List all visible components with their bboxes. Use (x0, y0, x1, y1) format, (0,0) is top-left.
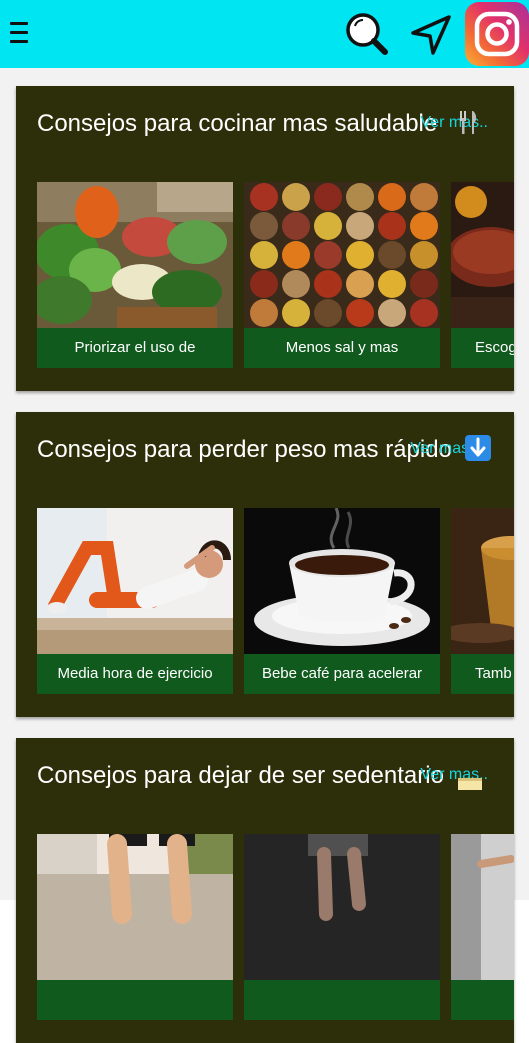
card-coffee[interactable]: Bebe café para acelerar (244, 508, 440, 694)
navigation-arrow-icon[interactable] (408, 12, 454, 58)
tea-image (451, 508, 514, 654)
card-label: Escog (475, 339, 514, 356)
card-spices[interactable]: Menos sal y mas (244, 182, 440, 368)
spices-image (244, 182, 440, 328)
section-title: Consejos para dejar de ser sedentario (37, 762, 444, 789)
card-partial[interactable]: Escog (451, 182, 514, 368)
card-partial[interactable] (451, 834, 514, 1020)
card-label: Priorizar el uso de (74, 339, 196, 356)
section-weight-loss: Consejos para perder peso mas rápido Ver… (16, 412, 514, 717)
section-title: Consejos para perder peso mas rápido (37, 436, 452, 463)
down-arrow-icon (465, 435, 491, 461)
coffee-image (244, 508, 440, 654)
card-running[interactable] (244, 834, 440, 1020)
exercise-image (37, 508, 233, 654)
card-label: Bebe café para acelerar (261, 665, 423, 682)
card-vegetables[interactable]: Priorizar el uso de (37, 182, 233, 368)
menu-icon[interactable] (8, 20, 32, 46)
card-label (37, 980, 233, 1020)
card-label (244, 980, 440, 1020)
walking-image (37, 834, 233, 980)
card-label: Tamb (475, 665, 512, 682)
card-label: Menos sal y mas (285, 339, 399, 356)
meat-image (451, 182, 514, 328)
card-label: Media hora de ejercicio (57, 665, 213, 682)
card-label (451, 980, 514, 1020)
section-title: Consejos para cocinar mas saludable (37, 110, 438, 137)
running-image (244, 834, 440, 980)
vegetables-image (37, 182, 233, 328)
content-area: Consejos para cocinar mas saludable Ver … (0, 68, 529, 1043)
card-exercise[interactable]: Media hora de ejercicio (37, 508, 233, 694)
instagram-icon[interactable] (465, 2, 529, 66)
app-toolbar (0, 0, 529, 68)
search-icon[interactable] (343, 10, 391, 58)
activity-image (451, 834, 514, 980)
notepad-icon (458, 778, 482, 790)
card-partial[interactable]: Tamb (451, 508, 514, 694)
fork-knife-icon (460, 111, 477, 134)
section-cooking: Consejos para cocinar mas saludable Ver … (16, 86, 514, 391)
card-walking[interactable] (37, 834, 233, 1020)
section-sedentary: Consejos para dejar de ser sedentario Ve… (16, 738, 514, 1043)
